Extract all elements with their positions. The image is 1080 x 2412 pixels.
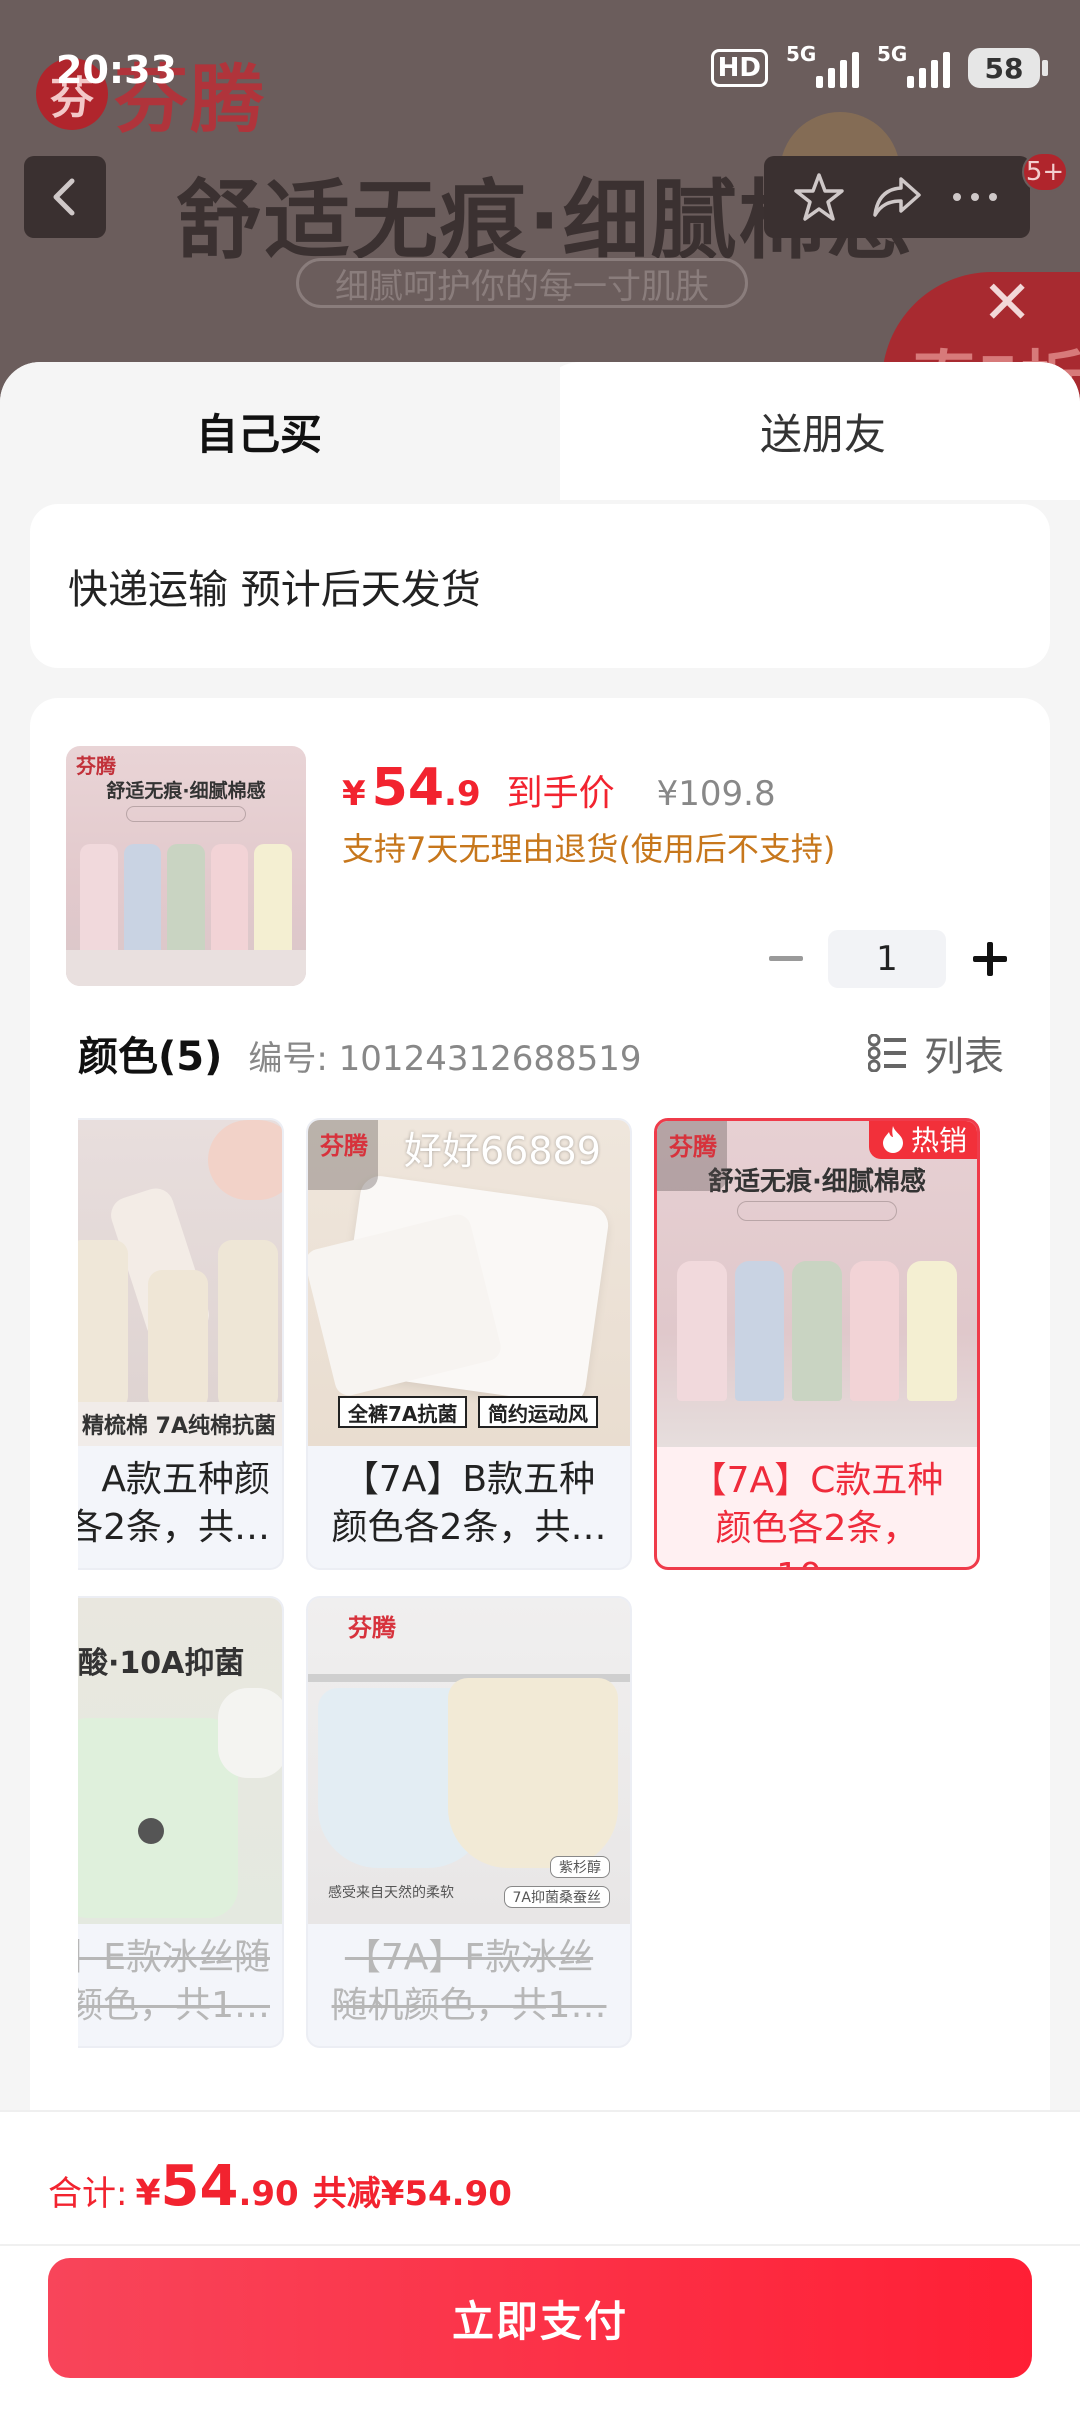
more-icon [953,193,997,201]
purchase-sheet: 送朋友 自己买 快递运输 预计后天发货 芬腾 舒适无痕·细腻棉感 ¥ 54.9 … [0,362,1080,2412]
tab-gift-friend[interactable]: 送朋友 [540,362,1080,500]
variant-option-a[interactable]: 精梳棉 7A纯棉抗菌 【7A】A款五种颜色各2条，共… [78,1118,284,1570]
price-decimal: .9 [444,774,481,814]
thumb-title: 舒适无痕·细腻棉感 [106,780,266,802]
variant-caption: 感受来自天然的柔软 [328,1885,454,1901]
total-decimal: .90 [238,2174,299,2214]
divider [0,2244,1080,2246]
variant-image: 芬腾 好好66889 全裤7A抗菌 简约运动风 [308,1120,630,1446]
variant-tag: 简约运动风 [478,1396,598,1428]
product-subheadline: 细腻呵护你的每一寸肌肤 [296,258,748,308]
flame-icon [882,1126,903,1153]
hot-sale-badge: 热销 [868,1121,977,1159]
variant-caption: 酸·10A抑菌 [78,1646,245,1681]
tab-buy-self[interactable]: 自己买 [0,362,560,500]
variant-tag: 全裤7A抗菌 [338,1396,468,1428]
variant-caption: 精梳棉 7A纯棉抗菌 [78,1402,282,1446]
cart-badge: 5+ [1022,152,1068,192]
total-currency: ¥ [135,2173,161,2214]
checkout-bar: 合计: ¥ 54 .90 共减¥54.90 立即支付 [0,2110,1080,2412]
shipping-text: 快递运输 预计后天发货 [68,567,481,613]
price-currency: ¥ [342,774,366,814]
variant-tag: 7A抑菌桑蚕丝 [503,1886,610,1908]
variant-name: 【7A】B款五种颜色各2条，共… [331,1459,607,1548]
decrease-button[interactable] [766,939,806,979]
color-title: 颜色(5) [78,1034,223,1080]
variant-option-e[interactable]: 酸·10A抑菌 【7A】E款冰丝随机颜色，共1… [78,1596,284,2048]
favorite-button[interactable] [787,165,851,229]
share-icon [873,177,921,217]
hd-icon: HD [710,49,768,87]
quantity-stepper: 1 [766,930,1012,988]
variant-name: 【7A】E款冰丝随机颜色，共1… [78,1937,270,2026]
pay-now-button[interactable]: 立即支付 [48,2258,1032,2378]
variant-brand: 芬腾 [348,1614,396,1642]
close-icon[interactable]: ✕ [982,268,1032,338]
color-section-header: 颜色(5) 编号: 10124312688519 [78,1024,642,1082]
quantity-input[interactable]: 1 [828,930,946,988]
back-arrow-icon [53,178,75,216]
original-price: ¥109.8 [656,774,776,814]
plus-icon [973,942,1007,976]
total-label: 合计: [48,2174,128,2214]
variant-tag: 紫杉醇 [550,1856,610,1878]
variant-image: 芬腾 舒适无痕·细腻棉感 [657,1121,977,1447]
variant-name: 【7A】C款五种颜色各2条，10… [690,1460,944,1567]
variant-name: 【7A】F款冰丝随机颜色，共1… [331,1937,607,2026]
back-button[interactable] [24,156,106,238]
signal-icon: 5G [877,42,950,88]
minus-icon [769,956,803,961]
variant-option-f[interactable]: 芬腾 感受来自天然的柔软 紫杉醇 7A抑菌桑蚕丝 【7A】F款冰丝随机颜色，共1… [306,1596,632,2048]
variant-image: 芬腾 感受来自天然的柔软 紫杉醇 7A抑菌桑蚕丝 [308,1598,630,1924]
discount-text: 共减¥54.90 [312,2174,512,2214]
list-view-icon [868,1034,906,1072]
status-time: 20:33 [56,48,177,92]
top-actions [764,156,1030,238]
variant-image: 精梳棉 7A纯棉抗菌 [78,1120,282,1446]
thumb-brand: 芬腾 [76,754,116,778]
variant-option-b[interactable]: 芬腾 好好66889 全裤7A抗菌 简约运动风 【7A】B款五种颜色各2条，共… [306,1118,632,1570]
more-button[interactable] [943,165,1007,229]
signal-icon: 5G [786,42,859,88]
return-policy: 支持7天无理由退货(使用后不支持) [342,830,836,868]
status-bar: 20:33 HD 5G 5G 58 [0,0,1080,140]
total-integer: 54 [160,2154,239,2219]
price-row: ¥ 54.9 到手价 ¥109.8 [342,758,776,818]
list-view-label: 列表 [924,1034,1004,1080]
variant-image: 酸·10A抑菌 [78,1598,282,1924]
variant-name: 【7A】A款五种颜色各2条，共… [78,1459,270,1548]
battery-icon: 58 [968,48,1048,88]
variant-option-c[interactable]: 热销 芬腾 舒适无痕·细腻棉感 【7A】C款五种颜色各2条，10… [654,1118,980,1570]
product-code: 编号: 10124312688519 [248,1039,642,1079]
share-button[interactable] [865,165,929,229]
price-label: 到手价 [506,773,615,814]
variant-brand: 芬腾 [669,1133,717,1161]
total-row: 合计: ¥ 54 .90 共减¥54.90 [48,2154,512,2219]
variant-brand: 芬腾 [320,1132,368,1160]
shipping-info: 快递运输 预计后天发货 [30,504,1050,668]
price-integer: 54 [371,758,445,818]
product-card: 芬腾 舒适无痕·细腻棉感 ¥ 54.9 到手价 ¥109.8 支持7天无理由退货… [30,698,1050,2118]
increase-button[interactable] [968,937,1012,981]
product-thumbnail[interactable]: 芬腾 舒适无痕·细腻棉感 [66,746,306,986]
watermark: 好好66889 [404,1129,601,1173]
star-icon [794,173,844,221]
status-icons: HD 5G 5G 58 [710,42,1048,88]
list-view-toggle[interactable]: 列表 [868,1024,1004,1082]
purchase-tabs: 送朋友 自己买 [0,362,1080,500]
